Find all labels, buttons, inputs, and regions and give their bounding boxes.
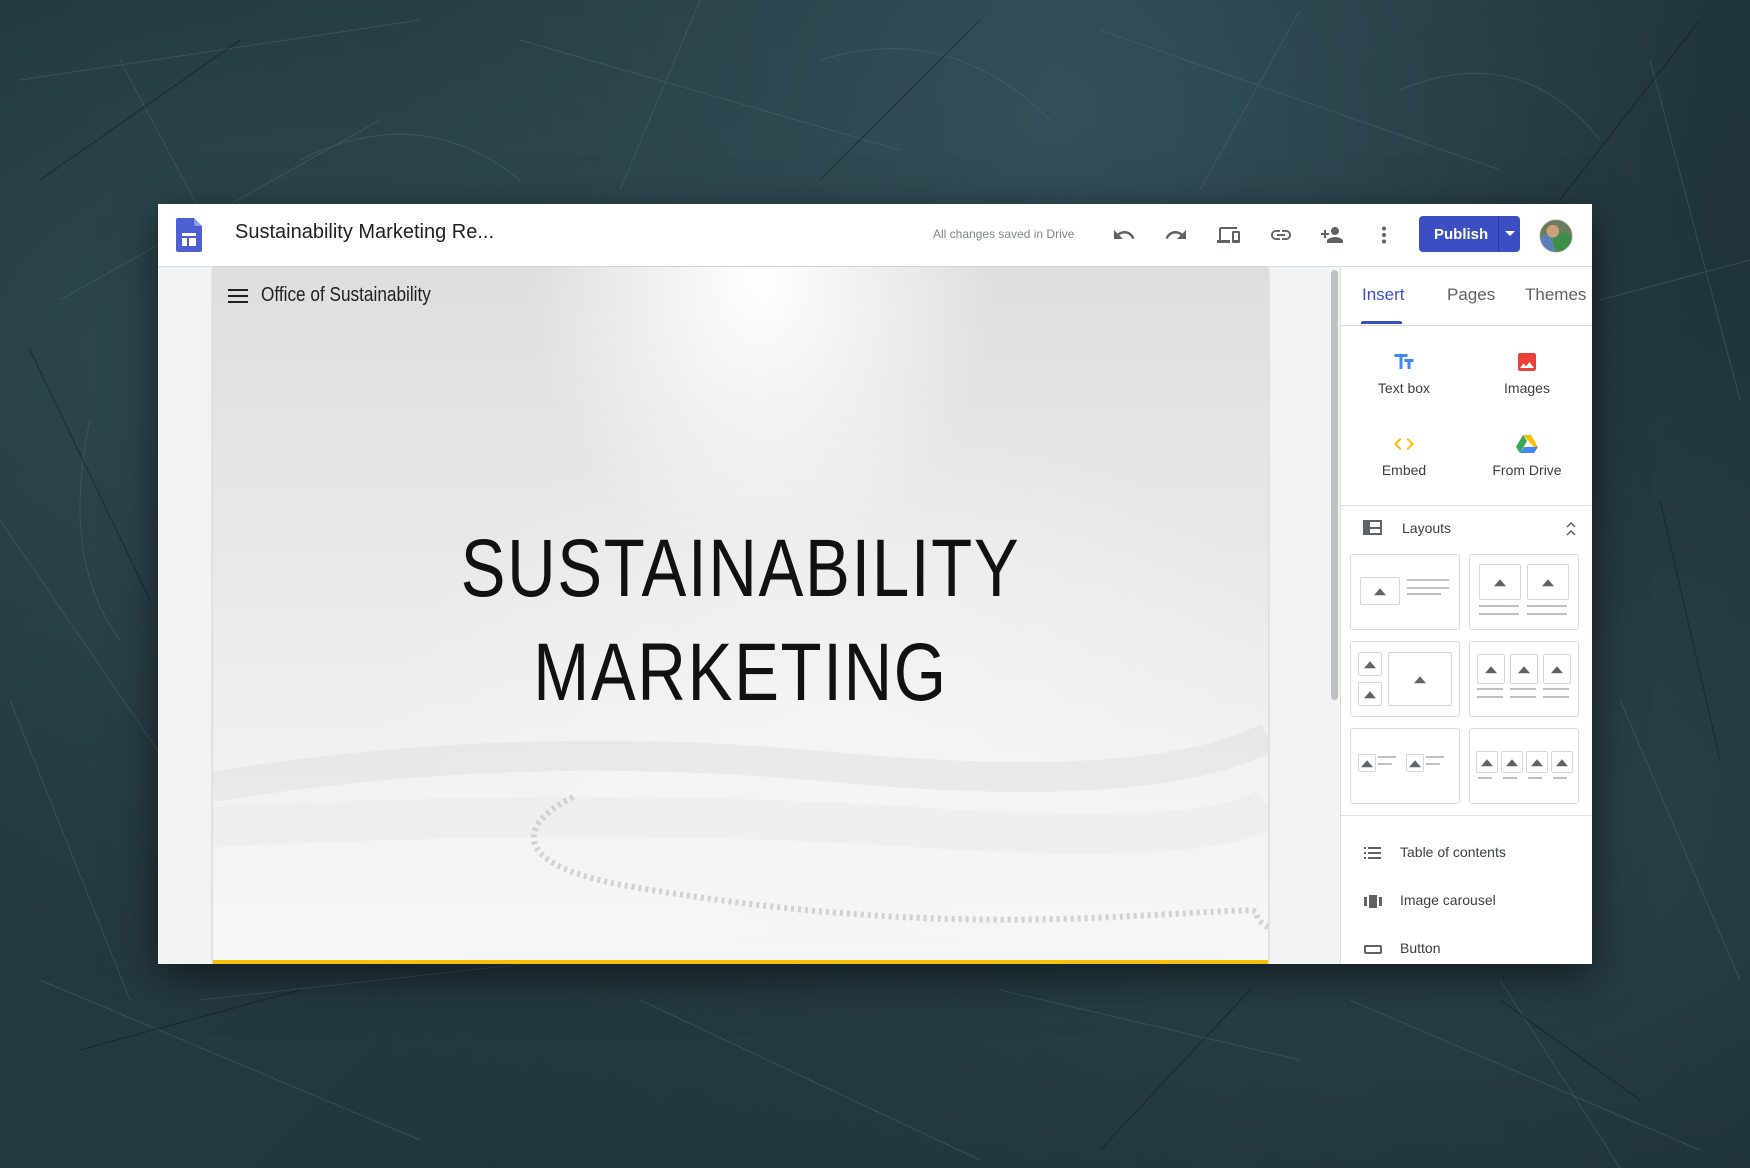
layout-three-images[interactable] [1469, 641, 1579, 717]
user-avatar[interactable] [1539, 219, 1573, 253]
redo-icon[interactable] [1164, 223, 1188, 247]
document-title[interactable]: Sustainability Marketing Re... [235, 221, 494, 244]
insert-images[interactable]: Images [1477, 350, 1577, 396]
tab-insert[interactable]: Insert [1362, 285, 1405, 305]
tab-themes[interactable]: Themes [1525, 285, 1586, 305]
share-add-person-icon[interactable] [1320, 223, 1344, 247]
undo-icon[interactable] [1112, 223, 1136, 247]
tab-pages[interactable]: Pages [1447, 285, 1495, 305]
side-panel: Insert Pages Themes Text box Images Embe… [1340, 267, 1592, 964]
toc-list-icon [1364, 847, 1381, 859]
text-box-icon [1394, 354, 1414, 369]
hamburger-menu-icon[interactable] [227, 285, 249, 307]
image-icon [1518, 353, 1536, 371]
layouts-label: Layouts [1402, 520, 1452, 536]
embed-code-icon [1394, 438, 1414, 450]
panel-divider [1341, 505, 1592, 506]
layout-two-image-text[interactable] [1350, 728, 1460, 804]
app-window: Sustainability Marketing Re... All chang… [158, 204, 1592, 964]
image-carousel-label: Image carousel [1400, 892, 1496, 908]
button-outline-icon [1364, 945, 1382, 954]
publish-button[interactable]: Publish [1419, 216, 1520, 252]
panel-tabs: Insert Pages Themes [1341, 267, 1592, 326]
publish-label: Publish [1434, 225, 1489, 243]
panel-divider-2 [1341, 815, 1592, 816]
button-label: Button [1400, 940, 1441, 956]
link-icon[interactable] [1269, 223, 1293, 247]
site-name[interactable]: Office of Sustainability [261, 284, 431, 307]
insert-image-carousel[interactable]: Image carousel [1363, 889, 1578, 913]
insert-embed[interactable]: Embed [1354, 432, 1454, 478]
insert-from-drive[interactable]: From Drive [1477, 432, 1577, 478]
hero-title-line-2: MARKETING [533, 627, 948, 718]
layouts-icon [1363, 520, 1382, 535]
layout-image-gallery[interactable] [1350, 641, 1460, 717]
save-status: All changes saved in Drive [933, 227, 1075, 241]
layout-two-images[interactable] [1469, 554, 1579, 630]
insert-from-drive-label: From Drive [1492, 462, 1562, 478]
carousel-icon [1364, 895, 1382, 908]
layout-four-images[interactable] [1469, 728, 1579, 804]
canvas-scrollbar-thumb[interactable] [1331, 270, 1338, 700]
collapse-icon[interactable] [1565, 522, 1577, 536]
insert-button[interactable]: Button [1363, 937, 1578, 961]
more-vert-icon[interactable] [1372, 223, 1396, 247]
active-tab-indicator [1361, 321, 1402, 324]
layouts-header[interactable]: Layouts [1363, 517, 1578, 541]
hero-title-line-1: SUSTAINABILITY [460, 523, 1021, 614]
insert-text-box[interactable]: Text box [1354, 350, 1454, 396]
insert-images-label: Images [1504, 380, 1550, 396]
publish-dropdown-caret-icon[interactable] [1499, 231, 1520, 237]
google-drive-icon [1516, 435, 1538, 453]
page-canvas: Office of Sustainability SUSTAINABILITY … [213, 267, 1268, 964]
insert-text-box-label: Text box [1377, 380, 1431, 396]
toc-label: Table of contents [1400, 844, 1506, 860]
google-sites-logo-icon[interactable] [176, 218, 202, 252]
hero-title[interactable]: SUSTAINABILITY MARKETING [308, 517, 1173, 725]
top-bar: Sustainability Marketing Re... All chang… [158, 204, 1592, 267]
layout-image-left-text[interactable] [1350, 554, 1460, 630]
preview-devices-icon[interactable] [1216, 223, 1244, 247]
hero-accent-bar [213, 960, 1268, 964]
hero-banner[interactable]: Office of Sustainability SUSTAINABILITY … [213, 267, 1268, 961]
insert-table-of-contents[interactable]: Table of contents [1363, 841, 1578, 865]
insert-embed-label: Embed [1381, 462, 1427, 478]
